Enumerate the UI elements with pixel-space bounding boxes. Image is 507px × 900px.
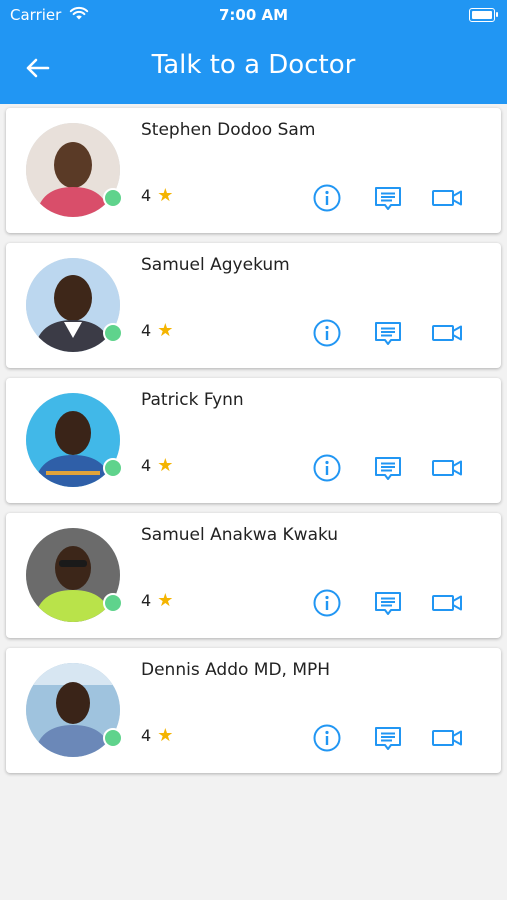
info-button[interactable] xyxy=(311,587,343,619)
online-status-indicator xyxy=(103,458,123,478)
info-button[interactable] xyxy=(311,182,343,214)
doctor-name: Stephen Dodoo Sam xyxy=(141,120,316,140)
doctor-name: Samuel Agyekum xyxy=(141,255,290,275)
clock: 7:00 AM xyxy=(218,6,289,24)
doctor-card[interactable]: Stephen Dodoo Sam 4 ★ xyxy=(6,108,501,233)
battery-icon xyxy=(469,8,498,22)
video-call-button[interactable] xyxy=(431,317,463,349)
rating-value: 4 xyxy=(141,591,152,610)
doctor-rating: 4 ★ xyxy=(141,455,173,476)
chat-button[interactable] xyxy=(372,722,404,754)
online-status-indicator xyxy=(103,188,123,208)
video-call-button[interactable] xyxy=(431,452,463,484)
doctor-card[interactable]: Patrick Fynn 4 ★ xyxy=(6,378,501,503)
rating-value: 4 xyxy=(141,321,152,340)
doctor-list: Stephen Dodoo Sam 4 ★ Samuel Agyekum 4 ★… xyxy=(6,108,501,783)
video-call-button[interactable] xyxy=(431,182,463,214)
online-status-indicator xyxy=(103,593,123,613)
online-status-indicator xyxy=(103,728,123,748)
star-icon: ★ xyxy=(157,455,174,476)
doctor-name: Samuel Anakwa Kwaku xyxy=(141,525,339,545)
doctor-card[interactable]: Dennis Addo MD, MPH 4 ★ xyxy=(6,648,501,773)
doctor-rating: 4 ★ xyxy=(141,590,173,611)
video-call-button[interactable] xyxy=(431,587,463,619)
info-button[interactable] xyxy=(311,722,343,754)
online-status-indicator xyxy=(103,323,123,343)
page-title: Talk to a Doctor xyxy=(151,50,356,80)
star-icon: ★ xyxy=(157,590,174,611)
doctor-card[interactable]: Samuel Anakwa Kwaku 4 ★ xyxy=(6,513,501,638)
doctor-name: Patrick Fynn xyxy=(141,390,244,410)
star-icon: ★ xyxy=(157,320,174,341)
video-call-button[interactable] xyxy=(431,722,463,754)
chat-button[interactable] xyxy=(372,587,404,619)
chat-button[interactable] xyxy=(372,317,404,349)
info-button[interactable] xyxy=(311,452,343,484)
rating-value: 4 xyxy=(141,186,152,205)
doctor-rating: 4 ★ xyxy=(141,320,173,341)
doctor-name: Dennis Addo MD, MPH xyxy=(141,660,331,680)
rating-value: 4 xyxy=(141,456,152,475)
rating-value: 4 xyxy=(141,726,152,745)
status-bar: Carrier 7:00 AM xyxy=(0,0,507,30)
chat-button[interactable] xyxy=(372,182,404,214)
app-bar: Talk to a Doctor xyxy=(0,30,507,104)
doctor-rating: 4 ★ xyxy=(141,725,173,746)
star-icon: ★ xyxy=(157,725,174,746)
info-button[interactable] xyxy=(311,317,343,349)
star-icon: ★ xyxy=(157,185,174,206)
chat-button[interactable] xyxy=(372,452,404,484)
doctor-card[interactable]: Samuel Agyekum 4 ★ xyxy=(6,243,501,368)
doctor-rating: 4 ★ xyxy=(141,185,173,206)
